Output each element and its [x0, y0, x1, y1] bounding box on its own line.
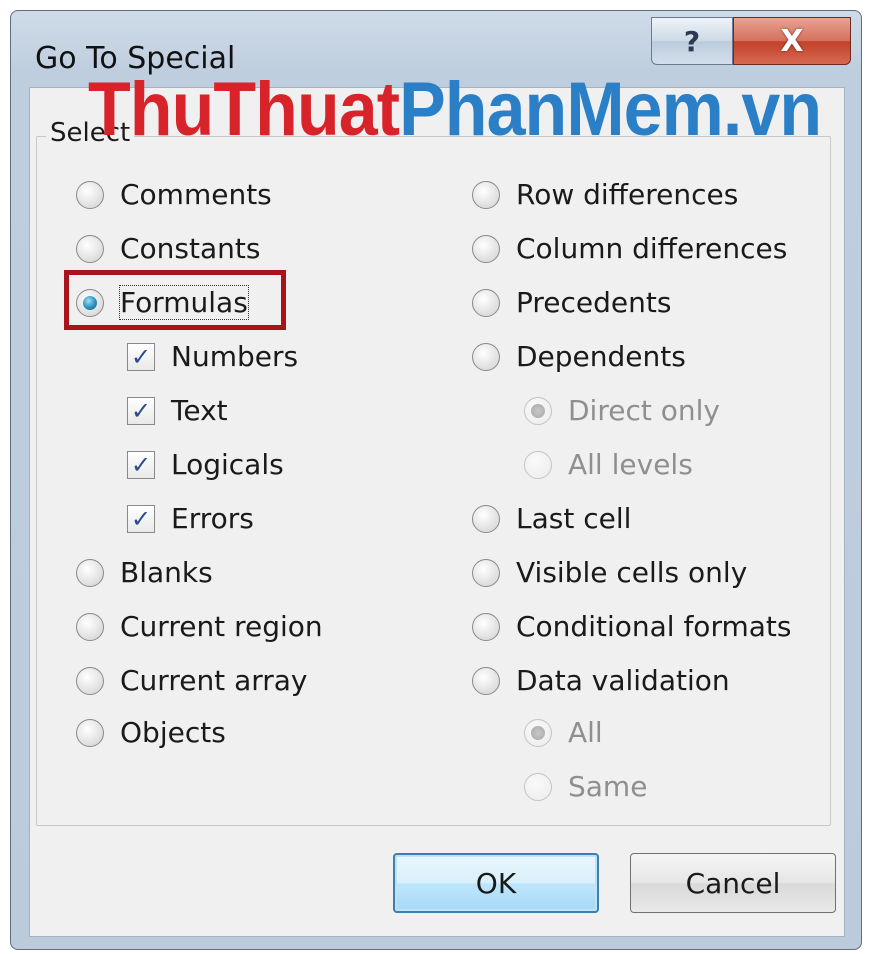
checkbox-label: Numbers: [171, 340, 299, 373]
radio-data-validation[interactable]: Data validation: [472, 664, 730, 697]
radio-button[interactable]: [76, 612, 104, 641]
option-label: Comments: [120, 178, 272, 211]
checkbox-numbers[interactable]: ✓ Numbers: [127, 340, 298, 373]
option-label: Same: [568, 770, 648, 803]
radio-dependents[interactable]: Dependents: [472, 340, 686, 373]
radio-button[interactable]: [524, 450, 552, 479]
help-button[interactable]: ?: [651, 17, 733, 65]
radio-current-array[interactable]: Current array: [76, 664, 307, 697]
option-label: Conditional formats: [516, 610, 792, 643]
cancel-button[interactable]: Cancel: [630, 853, 836, 913]
checkmark-icon[interactable]: ✓: [127, 342, 155, 371]
ok-button[interactable]: OK: [393, 853, 599, 913]
checkmark-icon[interactable]: ✓: [127, 450, 155, 479]
radio-button[interactable]: [524, 772, 552, 801]
option-label: All: [568, 716, 603, 749]
radio-comments[interactable]: Comments: [76, 178, 272, 211]
radio-button[interactable]: [76, 718, 104, 747]
radio-current-region[interactable]: Current region: [76, 610, 323, 643]
option-label: Visible cells only: [516, 556, 748, 589]
radio-button[interactable]: [472, 342, 500, 371]
option-label: Row differences: [516, 178, 739, 211]
watermark-logo: ThuThuatPhanMem.vn: [88, 72, 822, 148]
radio-direct-only[interactable]: Direct only: [524, 394, 720, 427]
radio-button[interactable]: [76, 180, 104, 209]
checkbox-logicals[interactable]: ✓ Logicals: [127, 448, 284, 481]
radio-button[interactable]: [76, 666, 104, 695]
option-label: Objects: [120, 716, 226, 749]
radio-button[interactable]: [472, 288, 500, 317]
radio-objects[interactable]: Objects: [76, 716, 226, 749]
radio-blanks[interactable]: Blanks: [76, 556, 213, 589]
radio-validation-same[interactable]: Same: [524, 770, 647, 803]
radio-button[interactable]: [472, 612, 500, 641]
radio-button[interactable]: [472, 234, 500, 263]
watermark-part1: ThuThuat: [88, 67, 400, 152]
checkmark-icon[interactable]: ✓: [127, 396, 155, 425]
radio-button[interactable]: [76, 558, 104, 587]
radio-constants[interactable]: Constants: [76, 232, 260, 265]
radio-button[interactable]: [472, 666, 500, 695]
option-label: Last cell: [516, 502, 632, 535]
radio-column-differences[interactable]: Column differences: [472, 232, 787, 265]
radio-all-levels[interactable]: All levels: [524, 448, 693, 481]
option-label: Dependents: [516, 340, 686, 373]
checkmark-icon[interactable]: ✓: [127, 504, 155, 533]
radio-validation-all[interactable]: All: [524, 716, 603, 749]
option-label: Data validation: [516, 664, 730, 697]
radio-button[interactable]: [472, 180, 500, 209]
close-button[interactable]: X: [733, 17, 851, 65]
checkbox-label: Logicals: [171, 448, 284, 481]
option-label: Column differences: [516, 232, 788, 265]
option-label: Blanks: [120, 556, 213, 589]
option-label: Current array: [120, 664, 308, 697]
checkbox-text[interactable]: ✓ Text: [127, 394, 228, 427]
option-label: Current region: [120, 610, 323, 643]
radio-visible-cells-only[interactable]: Visible cells only: [472, 556, 747, 589]
radio-row-differences[interactable]: Row differences: [472, 178, 738, 211]
close-icon: X: [780, 23, 804, 59]
radio-button[interactable]: [76, 234, 104, 263]
radio-last-cell[interactable]: Last cell: [472, 502, 631, 535]
option-label: Direct only: [568, 394, 720, 427]
radio-button-selected[interactable]: [524, 718, 552, 747]
option-label: Constants: [120, 232, 261, 265]
radio-precedents[interactable]: Precedents: [472, 286, 671, 319]
option-label: All levels: [568, 448, 693, 481]
help-icon: ?: [683, 24, 701, 58]
checkbox-errors[interactable]: ✓ Errors: [127, 502, 254, 535]
radio-button-selected[interactable]: [524, 396, 552, 425]
radio-button[interactable]: [472, 504, 500, 533]
radio-button[interactable]: [472, 558, 500, 587]
checkbox-label: Errors: [171, 502, 254, 535]
checkbox-label: Text: [171, 394, 228, 427]
watermark-part2: PhanMem.vn: [399, 67, 822, 152]
option-label: Precedents: [516, 286, 672, 319]
radio-conditional-formats[interactable]: Conditional formats: [472, 610, 791, 643]
formulas-highlight-box: [64, 270, 286, 330]
